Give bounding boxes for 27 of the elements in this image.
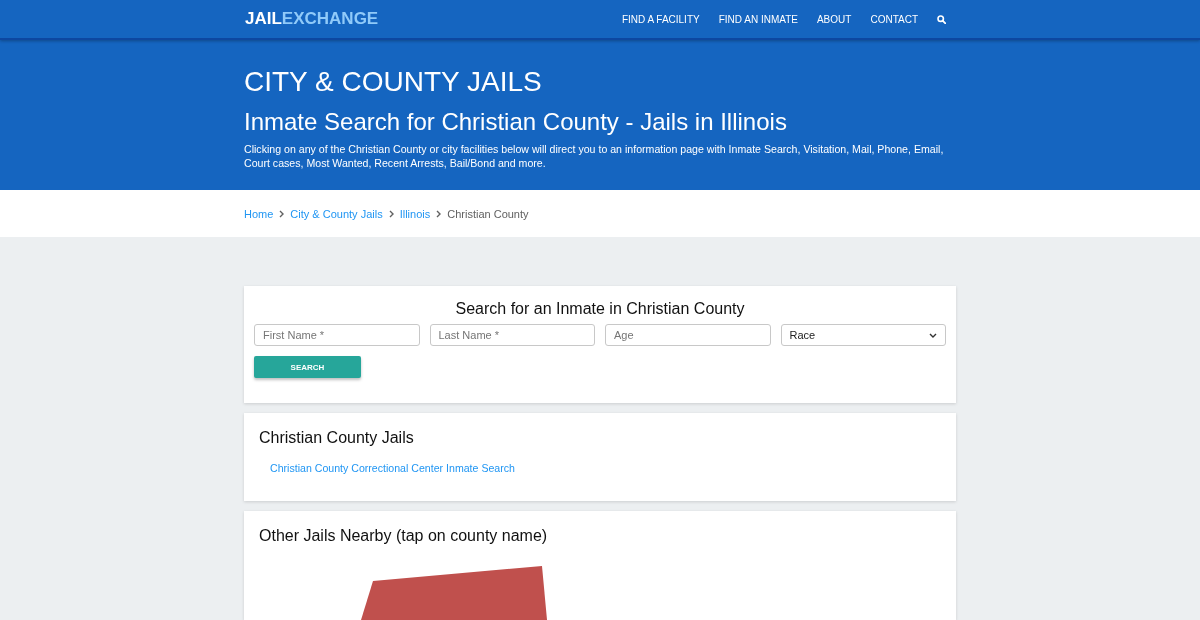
breadcrumb-current: Christian County xyxy=(447,207,529,220)
breadcrumb-link[interactable]: City & County Jails xyxy=(290,207,383,220)
search-button[interactable]: SEARCH xyxy=(254,356,361,378)
breadcrumb-link[interactable]: Home xyxy=(244,207,274,220)
nav-link[interactable]: CONTACT xyxy=(870,13,918,25)
card-title: Christian County Jails xyxy=(259,428,415,448)
county-map-shape[interactable] xyxy=(361,566,547,620)
text-field[interactable]: Age xyxy=(605,324,771,346)
page-title: Inmate Search for Christian County - Jails in Illinois xyxy=(244,107,787,137)
card-title: Other Jails Nearby (tap on county name) xyxy=(259,526,549,546)
chevron-right-icon xyxy=(388,209,394,218)
search-icon[interactable] xyxy=(937,14,946,24)
section-heading: CITY & COUNTY JAILS xyxy=(244,65,542,99)
jail-link[interactable]: Christian County Correctional Center Inmate Search xyxy=(270,461,515,475)
select-field[interactable]: Race xyxy=(780,324,946,346)
site-logo[interactable]: JAILEXCHANGE xyxy=(245,9,379,29)
nav-link[interactable]: ABOUT xyxy=(816,13,852,25)
breadcrumb-link[interactable]: Illinois xyxy=(399,207,431,220)
search-title: Search for an Inmate in Christian County xyxy=(454,299,746,319)
text-field[interactable]: Last Name * xyxy=(429,324,595,346)
nav-link[interactable]: FIND AN INMATE xyxy=(718,13,798,25)
chevron-right-icon xyxy=(436,209,442,218)
text-field[interactable]: First Name * xyxy=(254,324,420,346)
page-description: Clicking on any of the Christian County or city facilities below will direct you to an information page with Inmate Search, Visitation, Mail, Phone, Email, Court cases, Most Wanted, Recent Arrests, Bail/Bond and more. xyxy=(244,142,945,170)
nav-link[interactable]: FIND A FACILITY xyxy=(621,13,700,25)
chevron-down-icon xyxy=(929,332,937,338)
chevron-right-icon xyxy=(279,209,285,218)
